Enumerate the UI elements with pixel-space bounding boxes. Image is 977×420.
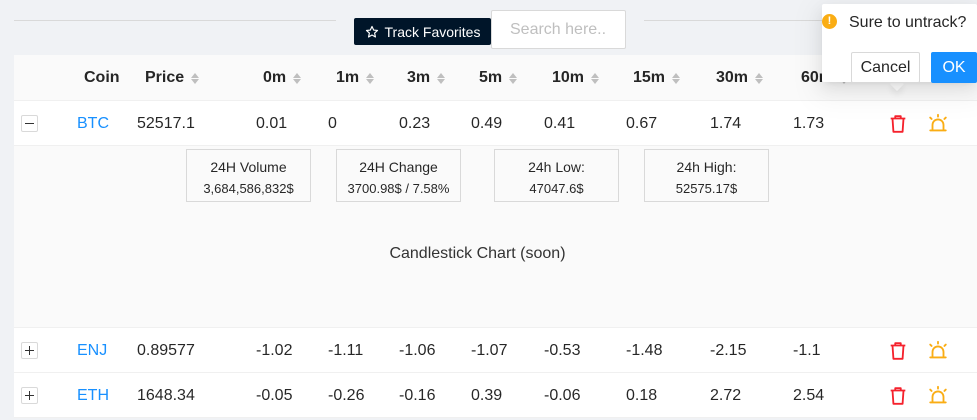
- table-row: ENJ 0.89577 -1.02 -1.11 -1.06 -1.07 -0.5…: [14, 328, 977, 373]
- change-cell: 0: [328, 114, 337, 132]
- column-price[interactable]: Price: [145, 55, 200, 101]
- change-cell: 0.18: [626, 386, 658, 404]
- change-cell: 0.01: [256, 114, 288, 132]
- change-cell: -1.1: [793, 341, 821, 359]
- header-divider-right: [644, 20, 824, 21]
- change-cell: -0.06: [544, 386, 581, 404]
- column-0m-label: 0m: [263, 69, 287, 86]
- column-15m[interactable]: 15m: [633, 55, 681, 101]
- sort-icon[interactable]: [591, 72, 600, 84]
- alarm-icon[interactable]: [927, 340, 949, 362]
- high-card: 24h High: 52575.17$: [644, 149, 769, 202]
- change-card: 24H Change 3700.98$ / 7.58%: [336, 149, 461, 202]
- column-price-label: Price: [145, 69, 185, 86]
- change-cell: -0.16: [399, 386, 436, 404]
- alarm-icon[interactable]: [927, 385, 949, 407]
- change-cell: -1.02: [256, 341, 293, 359]
- coin-link[interactable]: ETH: [77, 387, 109, 405]
- change-cell: 0.67: [626, 114, 658, 132]
- low-label: 24h Low:: [528, 159, 585, 175]
- sort-icon[interactable]: [437, 72, 446, 84]
- change-cell: 0.41: [544, 114, 576, 132]
- column-30m[interactable]: 30m: [716, 55, 764, 101]
- change-cell: 1.73: [793, 114, 825, 132]
- sort-icon[interactable]: [191, 72, 200, 84]
- column-coin: Coin: [84, 55, 120, 101]
- sort-icon[interactable]: [672, 72, 681, 84]
- column-1m[interactable]: 1m: [336, 55, 375, 101]
- price-cell: 0.89577: [137, 341, 195, 359]
- column-10m-label: 10m: [552, 69, 585, 86]
- high-label: 24h High:: [676, 159, 737, 175]
- search-input[interactable]: [491, 10, 626, 49]
- volume-card: 24H Volume 3,684,586,832$: [186, 149, 311, 202]
- coin-table: Coin Price 0m 1m 3m 5m 10m 15m 30m 60m A…: [14, 55, 977, 418]
- alarm-icon[interactable]: [927, 113, 949, 135]
- change-value: 3700.98$ / 7.58%: [347, 181, 450, 196]
- low-card: 24h Low: 47047.6$: [494, 149, 619, 202]
- sort-icon[interactable]: [293, 72, 302, 84]
- star-icon: [365, 25, 378, 38]
- column-coin-label: Coin: [84, 69, 120, 86]
- change-cell: 0.39: [471, 386, 503, 404]
- change-cell: -1.07: [471, 341, 508, 359]
- sort-icon[interactable]: [755, 72, 764, 84]
- track-favorites-label: Track Favorites: [384, 23, 481, 40]
- column-5m[interactable]: 5m: [479, 55, 518, 101]
- table-row: BTC 52517.1 0.01 0 0.23 0.49 0.41 0.67 1…: [14, 101, 977, 146]
- change-cell: 2.72: [710, 386, 742, 404]
- change-cell: 1.74: [710, 114, 742, 132]
- table-row: ETH 1648.34 -0.05 -0.26 -0.16 0.39 -0.06…: [14, 373, 977, 418]
- change-cell: -0.53: [544, 341, 581, 359]
- price-cell: 1648.34: [137, 386, 195, 404]
- column-10m[interactable]: 10m: [552, 55, 600, 101]
- change-cell: -1.11: [328, 341, 364, 359]
- low-value: 47047.6$: [529, 181, 584, 196]
- price-cell: 52517.1: [137, 114, 195, 132]
- expanded-row-details: 24H Volume 3,684,586,832$ 24H Change 370…: [14, 146, 977, 328]
- volume-value: 3,684,586,832$: [203, 181, 294, 196]
- column-30m-label: 30m: [716, 69, 749, 86]
- change-cell: 0.23: [399, 114, 431, 132]
- ok-button[interactable]: OK: [931, 52, 977, 83]
- change-cell: 0.49: [471, 114, 503, 132]
- column-3m-label: 3m: [407, 69, 431, 86]
- change-cell: -0.26: [328, 386, 365, 404]
- column-15m-label: 15m: [633, 69, 666, 86]
- sort-icon[interactable]: [509, 72, 518, 84]
- cancel-button[interactable]: Cancel: [851, 52, 920, 83]
- coin-link[interactable]: BTC: [77, 115, 109, 133]
- column-3m[interactable]: 3m: [407, 55, 446, 101]
- coin-link[interactable]: ENJ: [77, 342, 107, 360]
- change-label: 24H Change: [359, 159, 438, 175]
- track-favorites-button[interactable]: Track Favorites: [354, 18, 491, 45]
- column-1m-label: 1m: [336, 69, 360, 86]
- change-cell: 2.54: [793, 386, 825, 404]
- trash-icon[interactable]: [887, 113, 909, 135]
- candlestick-placeholder: Candlestick Chart (soon): [389, 245, 566, 262]
- high-value: 52575.17$: [675, 181, 738, 196]
- volume-label: 24H Volume: [210, 159, 287, 175]
- expand-row-button[interactable]: [21, 342, 38, 359]
- trash-icon[interactable]: [887, 340, 909, 362]
- expand-row-button[interactable]: [21, 387, 38, 404]
- popconfirm-message: Sure to untrack?: [849, 14, 967, 31]
- change-cell: -1.06: [399, 341, 436, 359]
- collapse-row-button[interactable]: [21, 115, 38, 132]
- trash-icon[interactable]: [887, 385, 909, 407]
- column-5m-label: 5m: [479, 69, 503, 86]
- sort-icon[interactable]: [366, 72, 375, 84]
- change-cell: -1.48: [626, 341, 663, 359]
- exclamation-circle-icon: !: [822, 14, 837, 29]
- untrack-popconfirm: ! Sure to untrack? Cancel OK: [822, 4, 977, 83]
- change-cell: -2.15: [710, 341, 747, 359]
- change-cell: -0.05: [256, 386, 293, 404]
- header-divider-left: [14, 20, 336, 21]
- column-0m[interactable]: 0m: [263, 55, 302, 101]
